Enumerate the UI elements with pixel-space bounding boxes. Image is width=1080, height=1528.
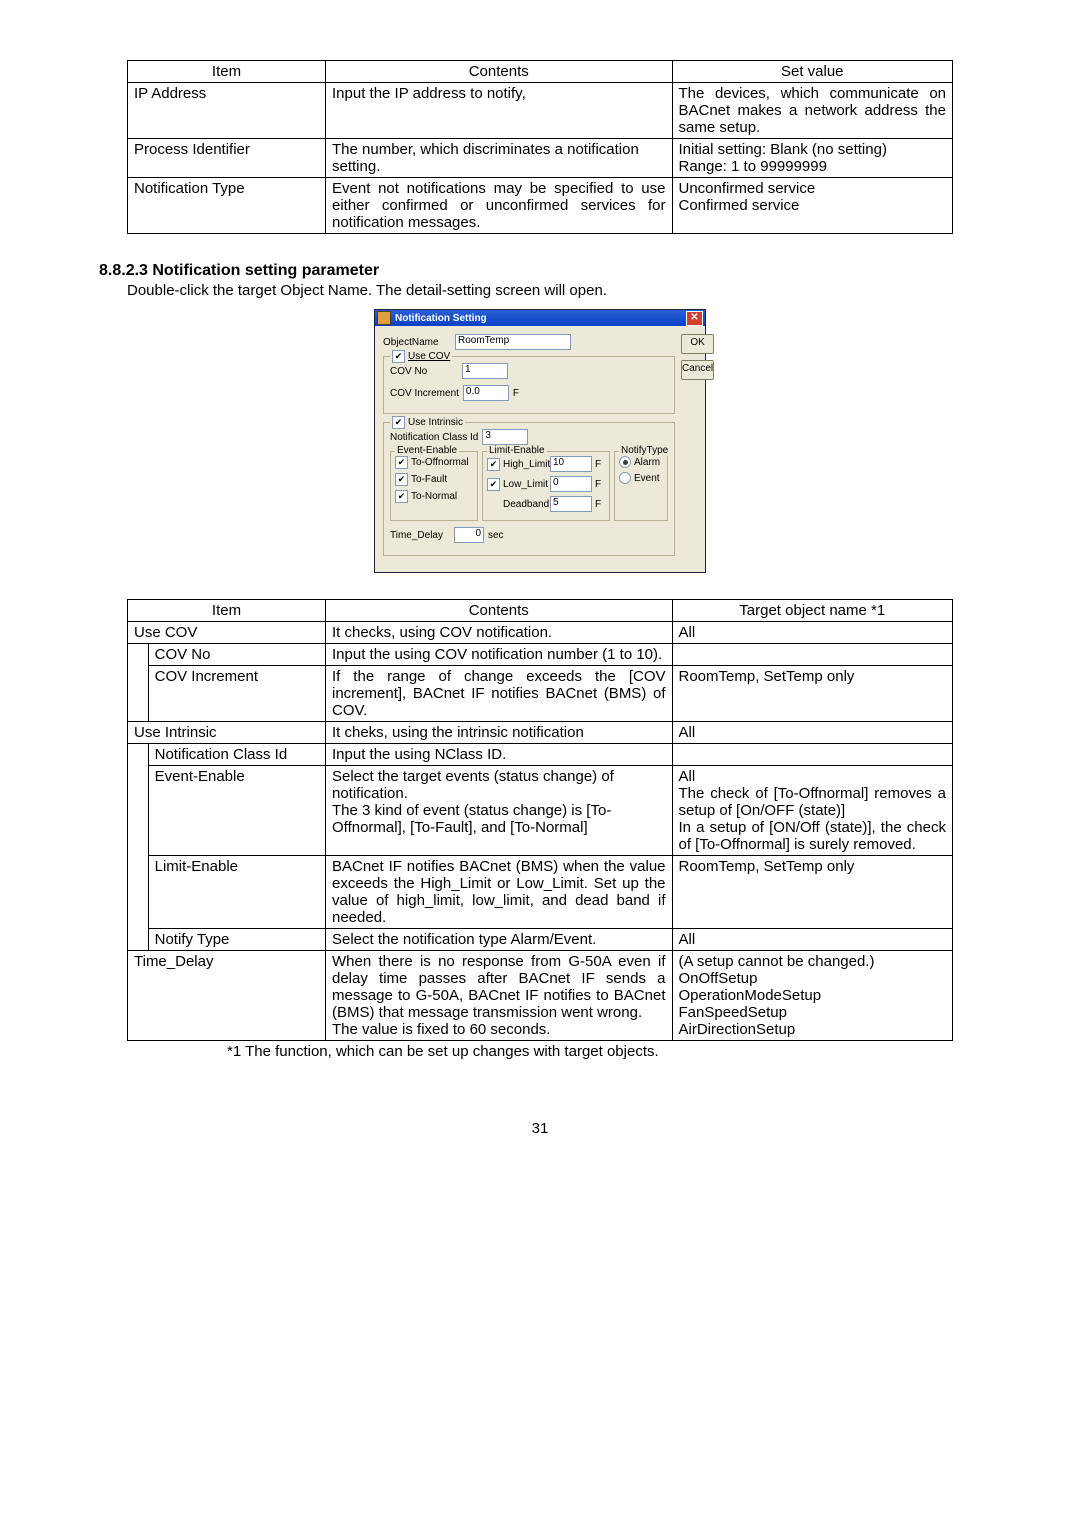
th-item: Item <box>128 61 326 83</box>
table-row: Limit-Enable BACnet IF notifies BACnet (… <box>128 856 953 929</box>
cov-no-label: COV No <box>390 366 458 377</box>
use-cov-label: Use COV <box>408 351 450 362</box>
low-limit-label: Low_Limit <box>503 479 547 490</box>
group-notify-type: NotifyType Alarm Event <box>614 451 668 521</box>
checkbox-to-normal[interactable]: ✔ <box>395 490 408 503</box>
close-icon[interactable]: ✕ <box>686 311 703 326</box>
page-number: 31 <box>127 1120 953 1137</box>
cov-no-input[interactable]: 1 <box>462 363 508 379</box>
event-enable-legend: Event-Enable <box>395 445 459 456</box>
table-row: COV No Input the using COV notification … <box>128 644 953 666</box>
checkbox-use-intrinsic[interactable]: ✔ <box>392 416 405 429</box>
event-label: Event <box>634 473 660 484</box>
dialog-screenshot: Notification Setting ✕ ObjectName RoomTe… <box>127 309 953 573</box>
section-heading: 8.8.2.3 Notification setting parameter <box>99 262 953 280</box>
cov-inc-label: COV Increment <box>390 388 459 399</box>
table-notification-recipient: Item Contents Set value IP Address Input… <box>127 60 953 234</box>
time-delay-unit: sec <box>488 530 504 541</box>
cov-inc-input[interactable]: 0.0 <box>463 385 509 401</box>
deadband-input[interactable]: 5 <box>550 496 592 512</box>
th-set-value: Set value <box>672 61 953 83</box>
checkbox-to-fault[interactable]: ✔ <box>395 473 408 486</box>
group-event-enable: Event-Enable ✔ To-Offnormal ✔ To-Fault <box>390 451 478 521</box>
time-delay-label: Time_Delay <box>390 530 450 541</box>
checkbox-low-limit[interactable]: ✔ <box>487 478 500 491</box>
notify-type-legend: NotifyType <box>619 445 670 456</box>
alarm-label: Alarm <box>634 457 660 468</box>
cov-inc-unit: F <box>513 388 519 399</box>
cancel-button[interactable]: Cancel <box>681 360 714 380</box>
ok-button[interactable]: OK <box>681 334 714 354</box>
th-contents: Contents <box>326 600 673 622</box>
fieldset-use-cov: ✔ Use COV COV No 1 COV Increment 0.0 F <box>383 356 675 414</box>
table-notification-setting-parameter: Item Contents Target object name *1 Use … <box>127 599 953 1041</box>
app-icon <box>377 311 391 325</box>
dialog-title: Notification Setting <box>395 313 487 324</box>
ncid-label: Notification Class Id <box>390 432 478 443</box>
table-row: Notify Type Select the notification type… <box>128 929 953 951</box>
radio-event[interactable] <box>619 472 631 484</box>
to-normal-label: To-Normal <box>411 491 457 502</box>
dialog-titlebar: Notification Setting ✕ <box>375 310 705 326</box>
time-delay-input[interactable]: 0 <box>454 527 484 543</box>
table-row: IP Address Input the IP address to notif… <box>128 83 953 139</box>
limit-enable-legend: Limit-Enable <box>487 445 547 456</box>
ncid-input[interactable]: 3 <box>482 429 528 445</box>
use-intrinsic-label: Use Intrinsic <box>408 417 463 428</box>
table-row: Use COV It checks, using COV notificatio… <box>128 622 953 644</box>
group-limit-enable: Limit-Enable ✔ High_Limit 10 F ✔ <box>482 451 610 521</box>
checkbox-use-cov[interactable]: ✔ <box>392 350 405 363</box>
objectname-label: ObjectName <box>383 337 451 348</box>
th-target: Target object name *1 <box>672 600 953 622</box>
checkbox-to-offnormal[interactable]: ✔ <box>395 456 408 469</box>
table-row: Time_Delay When there is no response fro… <box>128 951 953 1041</box>
fieldset-use-intrinsic: ✔ Use Intrinsic Notification Class Id 3 <box>383 422 675 556</box>
th-contents: Contents <box>326 61 673 83</box>
objectname-input[interactable]: RoomTemp <box>455 334 571 350</box>
low-limit-unit: F <box>595 479 601 490</box>
low-limit-input[interactable]: 0 <box>550 476 592 492</box>
table-row: COV Increment If the range of change exc… <box>128 666 953 722</box>
table-row: Event-Enable Select the target events (s… <box>128 766 953 856</box>
high-limit-label: High_Limit <box>503 459 547 470</box>
to-offnormal-label: To-Offnormal <box>411 457 469 468</box>
table-row: Use Intrinsic It cheks, using the intrin… <box>128 722 953 744</box>
deadband-label: Deadband <box>503 499 547 510</box>
deadband-unit: F <box>595 499 601 510</box>
checkbox-high-limit[interactable]: ✔ <box>487 458 500 471</box>
high-limit-unit: F <box>595 459 601 470</box>
high-limit-input[interactable]: 10 <box>550 456 592 472</box>
footnote: *1 The function, which can be set up cha… <box>227 1043 953 1060</box>
to-fault-label: To-Fault <box>411 474 447 485</box>
table-row: Process Identifier The number, which dis… <box>128 139 953 178</box>
table-row: Notification Class Id Input the using NC… <box>128 744 953 766</box>
th-item: Item <box>128 600 326 622</box>
section-text: Double-click the target Object Name. The… <box>127 282 953 299</box>
radio-alarm[interactable] <box>619 456 631 468</box>
table-row: Notification Type Event not notification… <box>128 178 953 234</box>
